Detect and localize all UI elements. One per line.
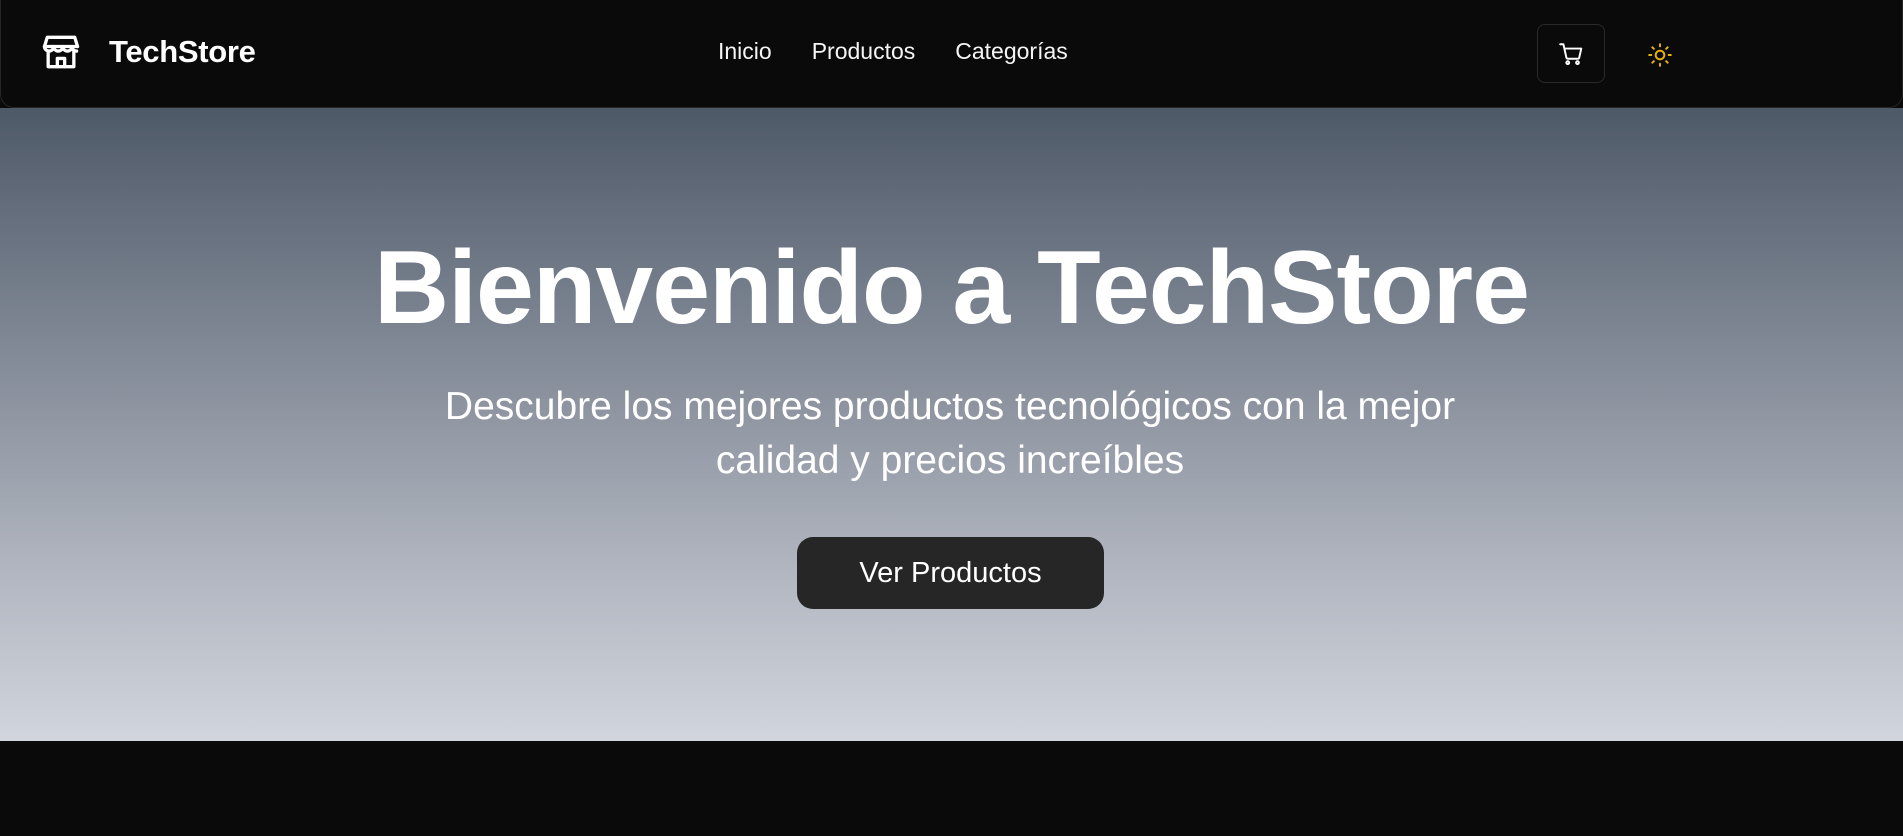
store-icon: [42, 35, 80, 69]
brand-name: TechStore: [109, 34, 256, 69]
shopping-cart-icon: [1559, 42, 1583, 65]
theme-toggle-button[interactable]: [1643, 38, 1677, 72]
nav-item-categorias[interactable]: Categorías: [955, 38, 1068, 65]
cart-button[interactable]: [1537, 24, 1605, 83]
page-content-area: [0, 741, 1903, 836]
nav-item-inicio[interactable]: Inicio: [718, 38, 772, 65]
hero-subtitle: Descubre los mejores productos tecnológi…: [444, 385, 1456, 482]
hero-section: Bienvenido a TechStore Descubre los mejo…: [0, 108, 1903, 741]
site-header: TechStore Inicio Productos Categorías: [0, 0, 1903, 108]
nav-item-productos[interactable]: Productos: [812, 38, 916, 65]
view-products-button[interactable]: Ver Productos: [797, 537, 1104, 609]
main-nav: Inicio Productos Categorías: [718, 38, 1068, 65]
hero-title: Bienvenido a TechStore: [373, 230, 1530, 346]
brand-logo-link[interactable]: TechStore: [39, 30, 256, 74]
sun-icon: [1648, 43, 1672, 67]
